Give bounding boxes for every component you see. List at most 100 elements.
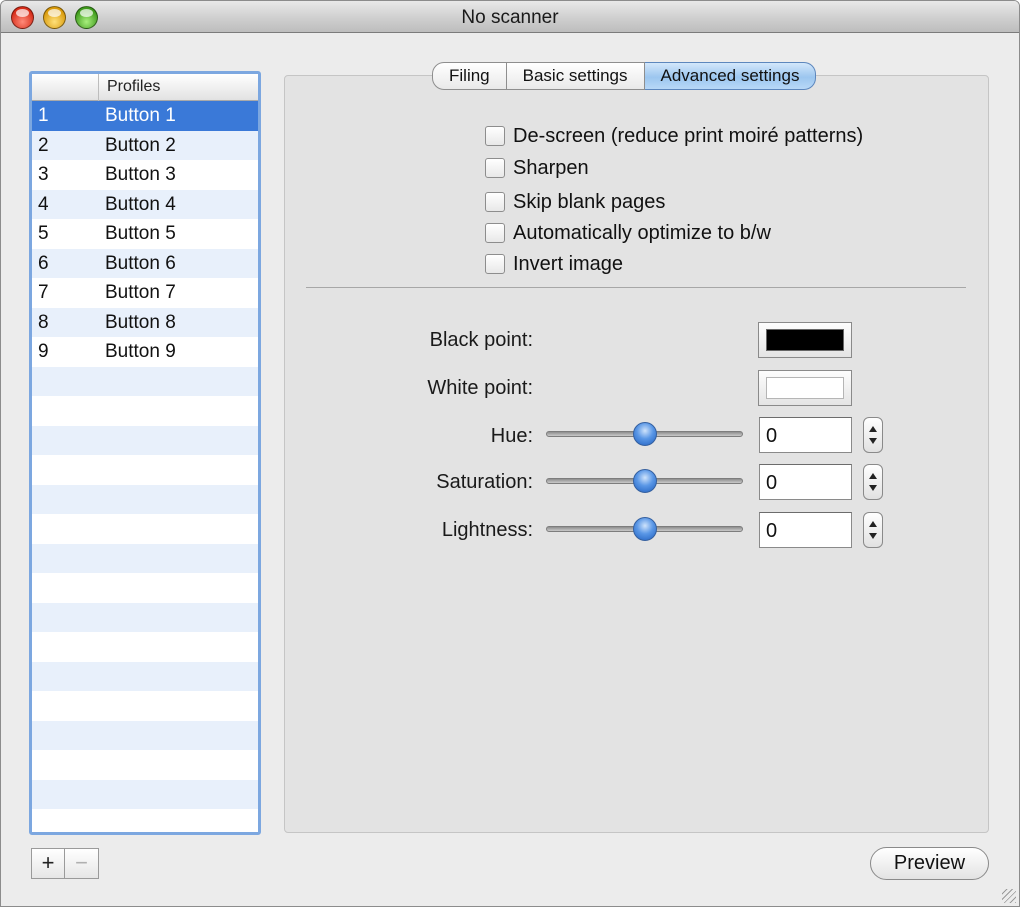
profile-number: 2 [38,134,49,156]
stepper-up-icon[interactable] [869,426,877,432]
profile-name: Button 5 [105,223,176,244]
profile-name: Button 8 [105,311,176,333]
empty-row [32,691,258,721]
profile-number: 4 [38,193,49,215]
tab-advanced-settings[interactable]: Advanced settings [644,62,817,90]
stepper-up-icon[interactable] [869,473,877,479]
sharpen-checkbox[interactable] [485,158,505,178]
window-title: No scanner [461,7,559,28]
profile-number: 7 [38,282,49,303]
lightness-value-field[interactable]: 0 [759,512,852,548]
skip-blank-pages-option[interactable]: Skip blank pages [485,190,665,214]
skip-blank-pages-label: Skip blank pages [513,190,666,213]
section-divider [306,287,966,288]
empty-row [32,396,258,426]
scanner-window: No scanner Profiles 1 Button 1 2 Button … [0,0,1020,907]
profile-row[interactable]: 2 Button 2 [32,130,258,160]
white-point-color-well[interactable] [758,370,852,406]
profile-row[interactable]: 4 Button 4 [32,189,258,219]
tab-basic-settings[interactable]: Basic settings [506,62,645,90]
title-bar[interactable]: No scanner [1,1,1019,33]
settings-panel [284,75,989,833]
black-point-label: Black point: [429,329,533,351]
profile-name: Button 6 [105,252,176,274]
optimize-bw-option[interactable]: Automatically optimize to b/w [485,221,771,245]
profile-row[interactable]: 7 Button 7 [32,278,258,308]
profile-row[interactable]: 5 Button 5 [32,219,258,249]
profile-number: 3 [38,164,49,185]
white-point-label: White point: [427,377,533,399]
empty-row [32,720,258,750]
empty-row [32,602,258,632]
empty-row [32,632,258,662]
lightness-label: Lightness: [441,519,533,541]
profile-number: 9 [38,341,49,362]
profile-number: 6 [38,252,49,274]
saturation-stepper[interactable] [863,464,883,500]
descreen-checkbox[interactable] [485,126,505,146]
lightness-stepper[interactable] [863,512,883,548]
profiles-rows: 1 Button 1 2 Button 2 3 Button 3 4 Butto… [32,101,258,832]
empty-row [32,484,258,514]
sharpen-label: Sharpen [513,156,589,179]
stepper-down-icon[interactable] [869,485,877,491]
invert-image-label: Invert image [513,252,624,275]
black-point-swatch [766,329,844,351]
profile-name: Button 3 [105,164,176,185]
stepper-down-icon[interactable] [869,438,877,444]
profile-name: Button 2 [105,134,176,156]
profile-number: 5 [38,223,49,244]
profile-name: Button 4 [105,193,176,215]
profiles-table[interactable]: Profiles 1 Button 1 2 Button 2 3 Button … [29,71,261,835]
profile-number: 8 [38,311,49,333]
profile-row[interactable]: 8 Button 8 [32,307,258,337]
hue-value-field[interactable]: 0 [759,417,852,453]
profiles-column-header[interactable]: Profiles [107,78,160,96]
empty-row [32,809,258,832]
optimize-bw-checkbox[interactable] [485,223,505,243]
profile-row[interactable]: 3 Button 3 [32,160,258,190]
empty-row [32,779,258,809]
sharpen-option[interactable]: Sharpen [485,156,589,180]
invert-image-checkbox[interactable] [485,254,505,274]
tab-filing[interactable]: Filing [432,62,507,90]
white-point-swatch [766,377,844,399]
preview-button[interactable]: Preview [870,847,989,880]
profile-number: 1 [38,105,49,126]
profile-row[interactable]: 6 Button 6 [32,248,258,278]
stepper-down-icon[interactable] [869,533,877,539]
number-column-header[interactable] [32,74,99,101]
saturation-value-field[interactable]: 0 [759,464,852,500]
settings-tabs: Filing Basic settings Advanced settings [432,62,817,90]
empty-row [32,573,258,603]
saturation-label: Saturation: [436,471,533,493]
profile-row[interactable]: 1 Button 1 [32,101,258,131]
stepper-up-icon[interactable] [869,521,877,527]
saturation-slider-knob[interactable] [632,469,657,493]
hue-label: Hue: [490,425,533,447]
empty-row [32,514,258,544]
profiles-table-header[interactable]: Profiles [32,74,258,101]
empty-row [32,543,258,573]
empty-row [32,366,258,396]
profile-name: Button 9 [105,341,176,362]
empty-row [32,750,258,780]
add-profile-button[interactable]: + [31,848,65,879]
descreen-label: De-screen (reduce print moiré patterns) [513,124,864,147]
profile-row[interactable]: 9 Button 9 [32,337,258,367]
resize-grip-icon[interactable] [1002,889,1016,903]
skip-blank-pages-checkbox[interactable] [485,192,505,212]
optimize-bw-label: Automatically optimize to b/w [513,221,771,244]
lightness-slider-knob[interactable] [632,517,657,541]
profile-name: Button 7 [105,282,176,303]
invert-image-option[interactable]: Invert image [485,252,623,276]
descreen-option[interactable]: De-screen (reduce print moiré patterns) [485,124,863,148]
empty-row [32,455,258,485]
empty-row [32,661,258,691]
hue-stepper[interactable] [863,417,883,453]
hue-slider-knob[interactable] [632,422,657,446]
black-point-color-well[interactable] [758,322,852,358]
empty-row [32,425,258,455]
profile-name: Button 1 [105,105,176,126]
remove-profile-button[interactable]: − [65,848,99,879]
